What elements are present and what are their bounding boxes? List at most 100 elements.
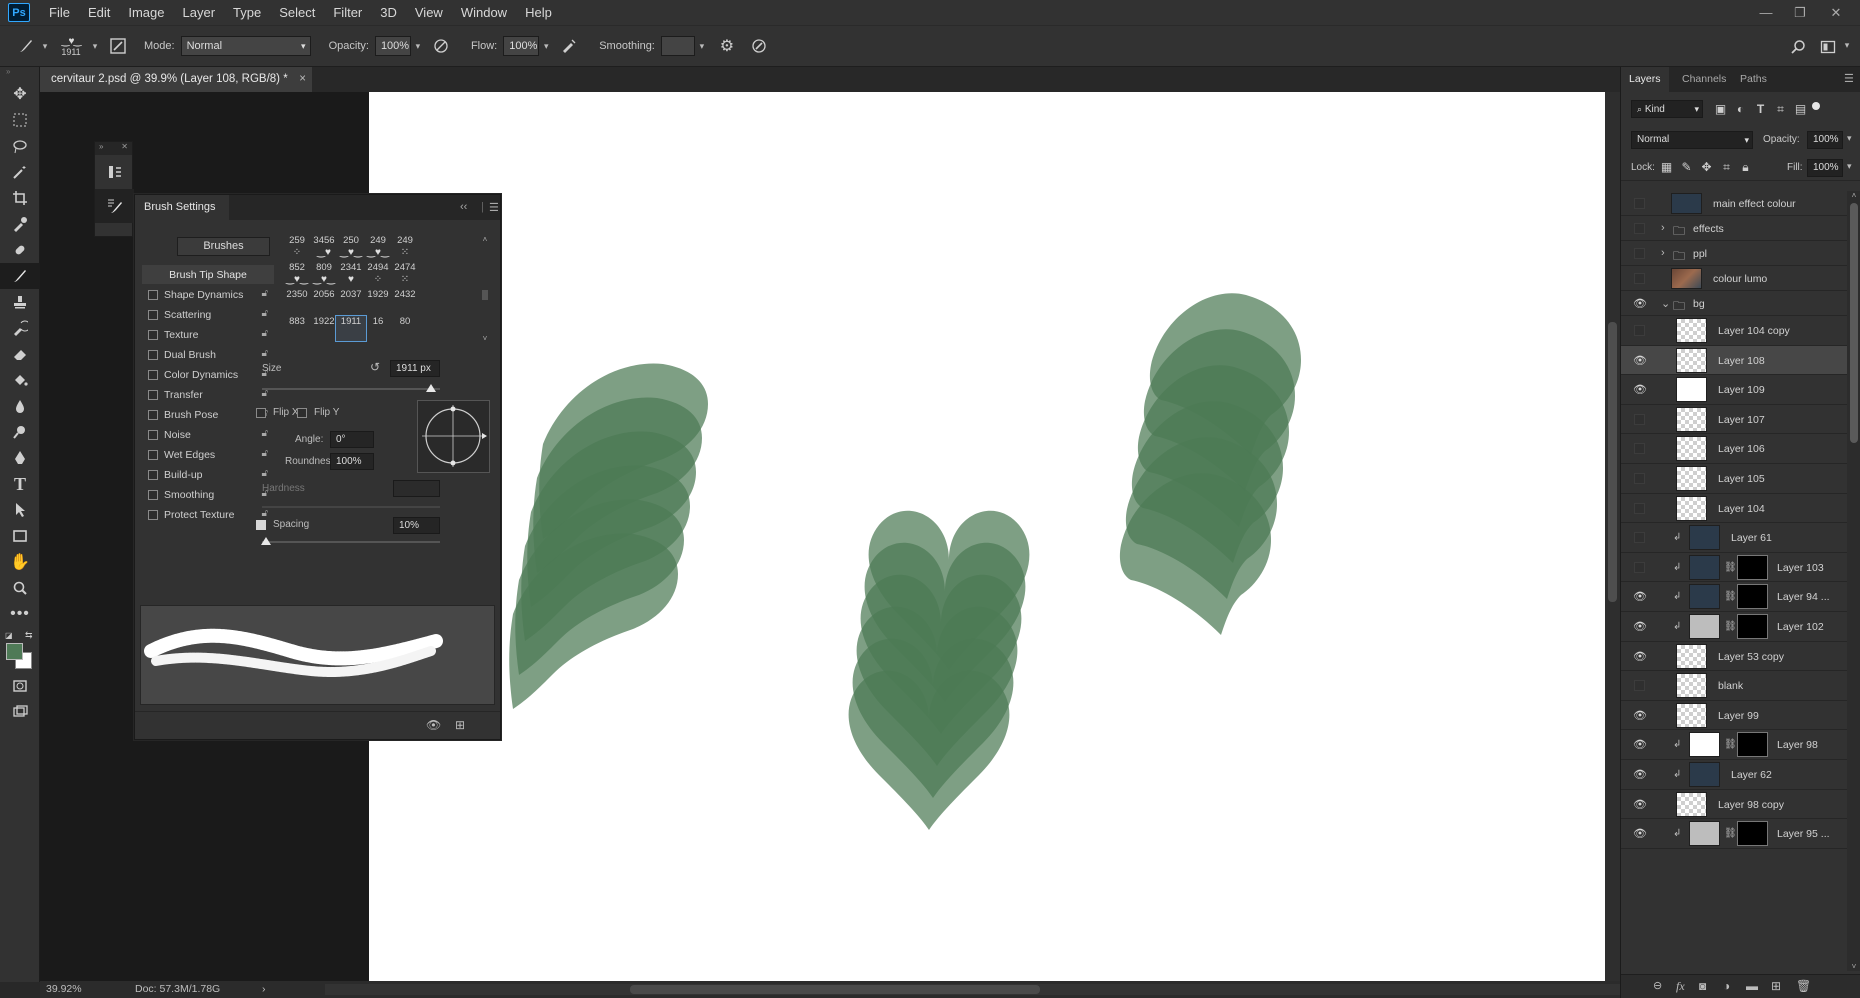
zoom-tool-icon[interactable] [0,575,40,601]
option-checkbox[interactable] [148,430,158,440]
slider-knob[interactable] [260,537,271,545]
document-canvas[interactable] [369,92,1605,981]
chevron-down-icon[interactable]: ⌄ [1661,297,1670,310]
new-group-icon[interactable]: ▬ [1746,979,1758,993]
layer-row[interactable]: 👁︎ Layer 109 [1621,375,1847,405]
brush-option-noise[interactable]: Noise 🔓︎ [142,425,274,445]
layer-row[interactable]: ↲ Layer 61 [1621,523,1847,553]
visibility-toggle[interactable] [1634,532,1645,544]
history-brush-tool-icon[interactable] [0,315,40,341]
toggle-live-tip-icon[interactable]: 👁 [426,718,441,732]
eye-icon[interactable]: 👁︎ [1632,591,1648,603]
scroll-down-icon[interactable]: ˅ [1847,962,1860,971]
menu-edit[interactable]: Edit [79,0,119,25]
visibility-toggle[interactable] [1634,561,1645,573]
brush-tip[interactable]: 249 ‿♥‿ [363,235,393,260]
layer-mask-thumbnail[interactable] [1737,554,1768,580]
scroll-thumb[interactable] [630,985,1040,994]
link-layers-icon[interactable]: ⊖ [1653,979,1662,992]
status-menu-arrow-icon[interactable]: › [262,981,266,998]
menu-3d[interactable]: 3D [371,0,406,25]
lock-all-icon[interactable]: 🔒︎ [1738,160,1753,175]
visibility-toggle[interactable] [1634,502,1645,514]
tip-grid-scrollbar[interactable]: ˄ ˅ [480,235,490,343]
brush-tip[interactable]: 2350 [282,289,312,314]
eye-icon[interactable]: 👁︎ [1632,739,1648,751]
screen-mode-icon[interactable] [0,699,40,725]
menu-filter[interactable]: Filter [324,0,371,25]
layer-row[interactable]: 👁︎ ⌄ 🗀︎ bg [1621,291,1847,316]
brush-tip[interactable]: 852 ‿♥‿ [282,262,312,287]
layers-scrollbar[interactable]: ˄ ˅ [1847,191,1860,971]
visibility-toggle[interactable] [1634,680,1645,692]
healing-brush-tool-icon[interactable] [0,237,40,263]
layer-row[interactable]: 👁︎ ↲ Layer 62 [1621,760,1847,790]
spacing-slider[interactable] [260,537,440,545]
layer-row[interactable]: main effect colour [1621,191,1847,216]
lock-icon[interactable]: 🔓︎ [262,468,268,479]
clone-stamp-tool-icon[interactable] [0,289,40,315]
panel-menu-icon[interactable]: ☰ [489,201,499,214]
roundness-input[interactable]: 100% [330,453,374,470]
filter-smart-object-icon[interactable]: ▤ [1793,102,1808,117]
lock-icon[interactable]: 🔓︎ [262,288,268,299]
menu-layer[interactable]: Layer [174,0,225,25]
option-checkbox[interactable] [148,510,158,520]
visibility-toggle[interactable] [1634,248,1645,259]
link-icon[interactable]: ⛓ [1724,591,1737,602]
brush-tip[interactable]: 249 ⁙ [390,235,420,260]
opacity-dropdown[interactable]: ▾ [411,41,425,52]
eye-icon[interactable]: 👁︎ [1632,651,1648,663]
layer-mask-thumbnail[interactable] [1737,614,1768,639]
layer-style-icon[interactable]: fx [1676,979,1685,994]
pressure-opacity-icon[interactable] [429,34,453,58]
history-panel-icon[interactable] [95,155,134,189]
brush-option-protect-texture[interactable]: Protect Texture 🔓︎ [142,505,274,525]
panel-menu-icon[interactable]: ☰ [1844,72,1854,85]
layer-mask-thumbnail[interactable] [1737,584,1768,610]
brush-tip[interactable]: 1922 [309,316,339,341]
tab-layers[interactable]: Layers [1621,67,1669,92]
brush-tip[interactable]: 2056 [309,289,339,314]
visibility-toggle[interactable] [1634,443,1645,455]
layer-row[interactable]: 👁︎ Layer 53 copy [1621,642,1847,672]
fill-input[interactable]: 100% [1807,159,1843,177]
layer-opacity-input[interactable]: 100% [1807,131,1843,149]
close-dock-icon[interactable]: ✕ [121,142,128,155]
eye-icon[interactable]: 👁︎ [1632,355,1648,367]
photoshop-logo[interactable]: Ps [8,3,30,22]
angle-input[interactable]: 0° [330,431,374,448]
layer-row[interactable]: Layer 105 [1621,464,1847,494]
airbrush-icon[interactable] [557,34,581,58]
eye-icon[interactable]: 👁︎ [1632,769,1648,781]
slider-knob[interactable] [426,384,437,392]
eraser-tool-icon[interactable] [0,341,40,367]
lock-pixels-icon[interactable]: ✎ [1679,160,1694,175]
menu-help[interactable]: Help [516,0,561,25]
move-tool-icon[interactable]: ✥ [0,81,40,107]
swap-colors-icon[interactable]: ⇆ [25,630,33,641]
option-checkbox[interactable] [148,370,158,380]
flip-x-checkbox[interactable] [256,408,266,418]
close-window-icon[interactable]: ✕ [1822,0,1850,25]
dodge-tool-icon[interactable] [0,419,40,445]
option-checkbox[interactable] [148,390,158,400]
quick-mask-icon[interactable] [0,673,40,699]
eye-icon[interactable]: 👁︎ [1632,710,1648,722]
layer-row[interactable]: › 🗀︎ effects [1621,216,1847,241]
eye-icon[interactable]: 👁︎ [1632,621,1648,633]
layer-row[interactable]: colour lumo [1621,266,1847,291]
gear-icon[interactable]: ⚙ [715,34,739,58]
visibility-toggle[interactable] [1634,473,1645,484]
filter-toggle-icon[interactable] [1812,102,1820,110]
add-mask-icon[interactable]: ◙ [1699,979,1706,993]
filter-pixel-icon[interactable]: ▣ [1713,102,1728,117]
smoothing-input[interactable] [660,36,695,56]
link-icon[interactable]: ⛓ [1724,739,1737,750]
workspace-dropdown[interactable]: ▾ [1840,40,1854,51]
brush-tip[interactable]: 2037 [336,289,366,314]
layer-row[interactable]: › 🗀︎ ppl [1621,241,1847,266]
toolbar-collapse-icon[interactable]: » [0,67,39,81]
scroll-thumb[interactable] [1850,203,1858,443]
filter-shape-icon[interactable]: ⌗ [1773,102,1788,117]
